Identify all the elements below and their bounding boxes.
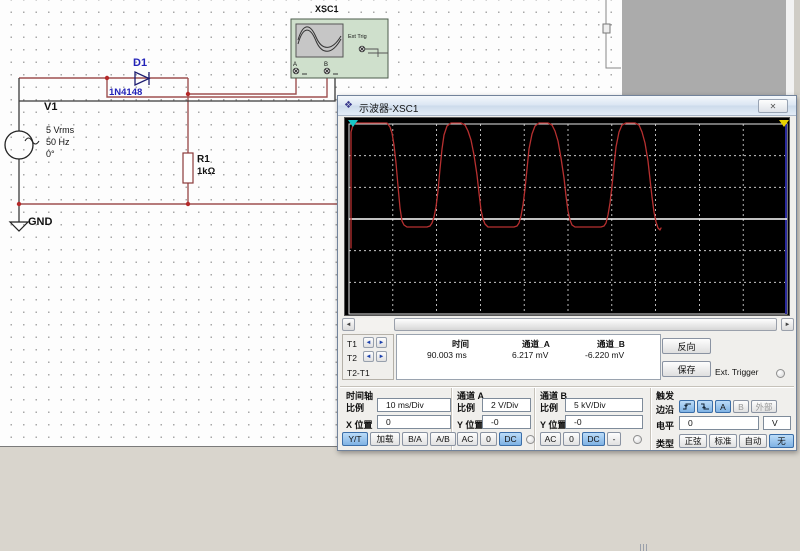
channel-a-scale-label: 比例	[457, 401, 475, 414]
trigger-level-label: 电平	[656, 419, 674, 432]
timebase-ba-button[interactable]: B/A	[402, 432, 428, 446]
t2-label: T2	[347, 353, 357, 363]
trigger-edge-rising-button[interactable]	[679, 400, 695, 413]
scope-component-ref: XSC1	[315, 5, 339, 14]
trigger-edge-falling-button[interactable]	[697, 400, 713, 413]
trigger-source-ext-button[interactable]: 外部	[751, 400, 777, 413]
terminal-b-label: B	[324, 62, 328, 68]
source-value-label: 5 Vrms	[46, 126, 74, 135]
diode-part-label: 1N4148	[109, 88, 142, 98]
trigger-level-input[interactable]: 0	[679, 416, 759, 430]
source-phase-label: 0°	[46, 150, 55, 159]
app-icon: ❖	[344, 100, 356, 112]
trigger-type-none-button[interactable]: 无	[769, 434, 794, 448]
scroll-thumb[interactable]	[394, 318, 777, 331]
readout-channel-a-header: 通道_A	[522, 338, 550, 350]
window-title: 示波器-XSC1	[359, 100, 418, 115]
trigger-level-unit: V	[763, 416, 791, 430]
t2-right-button[interactable]: ►	[376, 351, 387, 362]
channel-a-zero-button[interactable]: 0	[480, 432, 497, 446]
channel-a-dc-button[interactable]: DC	[499, 432, 522, 446]
trigger-type-normal-button[interactable]: 标准	[709, 434, 737, 448]
diode-ref-label: D1	[133, 58, 147, 69]
readout-time-value: 90.003 ms	[427, 350, 467, 360]
scroll-right-button[interactable]: ►	[781, 318, 794, 331]
resistor-ref-label: R1	[197, 155, 210, 165]
channel-b-zero-button[interactable]: 0	[563, 432, 580, 446]
timebase-yt-button[interactable]: Y/T	[342, 432, 368, 446]
source-ref-label: V1	[44, 102, 57, 113]
timebase-ab-button[interactable]: A/B	[430, 432, 456, 446]
reverse-button[interactable]: 反向	[662, 338, 711, 354]
trigger-type-label: 类型	[656, 437, 674, 450]
timebase-xpos-input[interactable]: 0	[377, 415, 451, 429]
cursor-t1-marker[interactable]	[348, 120, 358, 127]
channel-b-radio[interactable]	[633, 435, 642, 444]
t1-right-button[interactable]: ►	[376, 337, 387, 348]
close-button[interactable]: ✕	[758, 99, 788, 113]
channel-b-ac-button[interactable]: AC	[540, 432, 561, 446]
channel-a-ac-button[interactable]: AC	[457, 432, 478, 446]
ext-trig-label: Ext Trig	[348, 35, 367, 41]
channel-b-ypos-input[interactable]: -0	[565, 415, 643, 429]
ext-trigger-label: Ext. Trigger	[715, 367, 758, 377]
timebase-scale-input[interactable]: 10 ms/Div	[377, 398, 451, 412]
channel-b-dc-button[interactable]: DC	[582, 432, 605, 446]
channel-a-ypos-label: Y 位置	[457, 418, 483, 431]
oscilloscope-window: ❖ 示波器-XSC1 ✕ ◄ ► T1 ◄ ► T2 ◄ ► T2-T1 时间 …	[337, 95, 797, 451]
readout-time-header: 时间	[452, 338, 469, 350]
scope-screen	[344, 117, 790, 316]
wire-net-black[interactable]	[19, 74, 335, 222]
timebase-xpos-label: X 位置	[346, 418, 373, 431]
t2-left-button[interactable]: ◄	[363, 351, 374, 362]
rising-edge-icon	[682, 402, 692, 411]
readout-channel-a-value: 6.217 mV	[512, 350, 548, 360]
terminal-a-label: A	[293, 62, 297, 68]
falling-edge-icon	[700, 402, 710, 411]
scroll-left-button[interactable]: ◄	[342, 318, 355, 331]
channel-b-minus-button[interactable]: -	[607, 432, 621, 446]
divider	[340, 386, 794, 388]
trigger-title: 触发	[656, 389, 674, 402]
channel-b-ypos-label: Y 位置	[540, 418, 566, 431]
offsheet-connector	[603, 0, 621, 68]
timebase-scale-label: 比例	[346, 401, 364, 414]
wire-scope-a	[188, 74, 296, 94]
measurement-readout: 时间 通道_A 通道_B 90.003 ms 6.217 mV -6.220 m…	[396, 334, 661, 380]
resistor-value-label: 1kΩ	[197, 167, 215, 177]
cursor-t2-marker[interactable]	[779, 120, 789, 127]
trigger-type-single-button[interactable]: 正弦	[679, 434, 707, 448]
channel-a-scale-input[interactable]: 2 V/Div	[482, 398, 531, 412]
t2t1-label: T2-T1	[347, 368, 370, 378]
t1-label: T1	[347, 339, 357, 349]
ac-source-symbol[interactable]	[5, 131, 39, 159]
scope-component[interactable]	[291, 19, 388, 78]
trigger-source-b-button[interactable]: B	[733, 400, 749, 413]
window-titlebar[interactable]: ❖ 示波器-XSC1 ✕	[338, 96, 796, 116]
junction-dots	[17, 76, 190, 206]
ext-trigger-radio[interactable]	[776, 369, 785, 378]
channel-a-ypos-input[interactable]: -0	[482, 415, 531, 429]
readout-channel-b-value: -6.220 mV	[585, 350, 624, 360]
trigger-edge-label: 边沿	[656, 403, 674, 416]
save-button[interactable]: 保存	[662, 361, 711, 377]
cursor-control-box: T1 ◄ ► T2 ◄ ► T2-T1	[342, 334, 394, 380]
channel-b-scale-label: 比例	[540, 401, 558, 414]
channel-a-radio[interactable]	[526, 435, 535, 444]
timebase-add-button[interactable]: 加载	[370, 432, 400, 446]
channel-b-scale-input[interactable]: 5 kV/Div	[565, 398, 643, 412]
trigger-source-a-button[interactable]: A	[715, 400, 731, 413]
ground-symbol[interactable]	[10, 222, 28, 231]
readout-channel-b-header: 通道_B	[597, 338, 625, 350]
divider	[650, 388, 652, 450]
resistor-symbol[interactable]	[183, 153, 193, 183]
scroll-grip	[640, 544, 648, 551]
source-freq-label: 50 Hz	[46, 138, 70, 147]
gnd-label: GND	[28, 217, 52, 228]
scope-graticule	[345, 118, 789, 315]
trigger-type-auto-button[interactable]: 自动	[739, 434, 767, 448]
t1-left-button[interactable]: ◄	[363, 337, 374, 348]
